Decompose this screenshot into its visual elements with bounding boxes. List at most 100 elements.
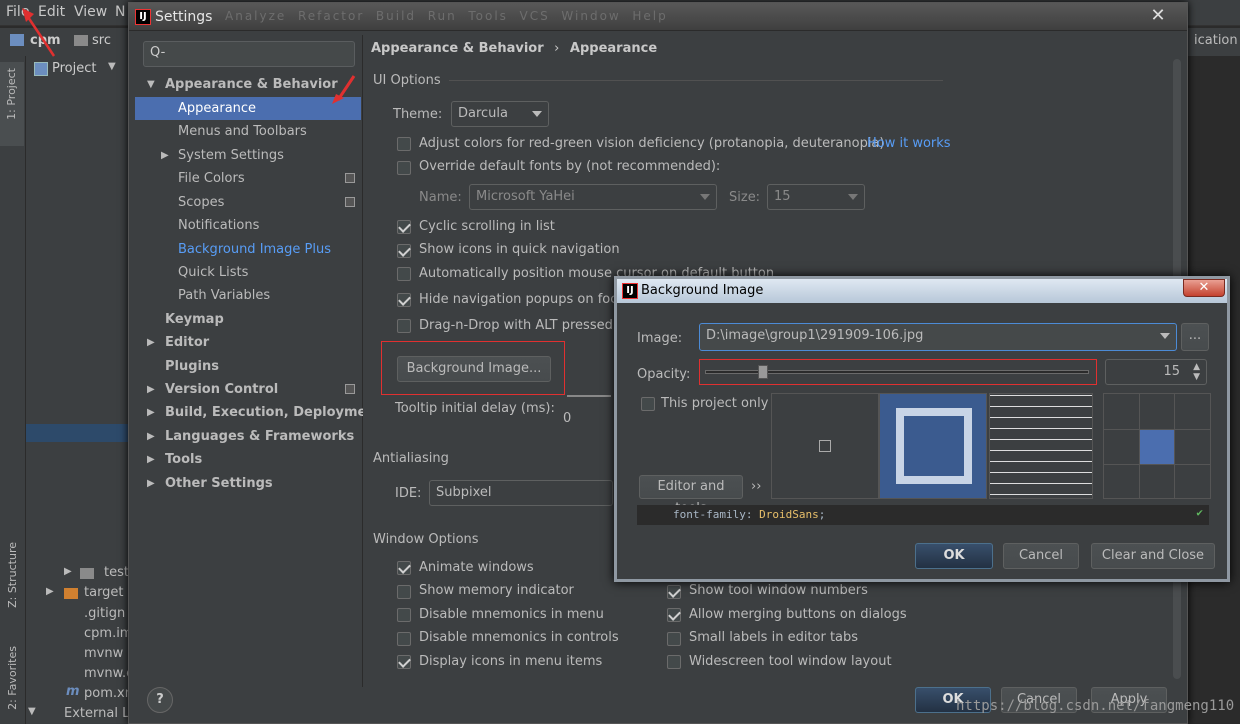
- chevron-right-icon[interactable]: ▶: [147, 472, 155, 495]
- small-labels-checkbox[interactable]: [667, 632, 681, 646]
- preview-tile[interactable]: [989, 393, 1093, 499]
- tooltip-delay-slider[interactable]: [567, 395, 611, 397]
- nav-keymap[interactable]: Keymap: [135, 308, 361, 331]
- project-config-icon: [345, 197, 355, 207]
- tree-selection-row: [26, 424, 130, 442]
- bg-dialog-title: Background Image: [641, 283, 764, 298]
- nav-other-settings[interactable]: ▶ Other Settings: [135, 472, 361, 495]
- bg-cancel-button[interactable]: Cancel: [1003, 543, 1079, 569]
- nav-appearance-behavior[interactable]: ▼ Appearance & Behavior: [135, 73, 361, 96]
- adjust-colors-checkbox[interactable]: [397, 137, 411, 151]
- preview-stretch-frame: [896, 408, 972, 484]
- close-icon[interactable]: ✕: [1135, 5, 1181, 26]
- tree-item-mvnw[interactable]: mvnw: [84, 646, 123, 661]
- chevron-down-icon: [700, 194, 710, 200]
- settings-search-input[interactable]: Q-: [143, 41, 355, 67]
- chevron-right-icon[interactable]: ▶: [147, 331, 155, 354]
- preview-stretch[interactable]: [879, 393, 987, 499]
- widescreen-checkbox[interactable]: [667, 655, 681, 669]
- chevron-down-icon[interactable]: [1160, 333, 1170, 339]
- memory-indicator-checkbox[interactable]: [397, 585, 411, 599]
- close-icon[interactable]: ✕: [1183, 279, 1225, 297]
- more-icon[interactable]: ››: [751, 479, 761, 494]
- nav-editor[interactable]: ▶ Editor: [135, 331, 361, 354]
- nav-file-colors[interactable]: File Colors: [135, 167, 361, 190]
- cyclic-scrolling-checkbox[interactable]: [397, 220, 411, 234]
- help-button[interactable]: ?: [147, 687, 173, 713]
- tree-arrow-icon[interactable]: ▶: [46, 586, 54, 597]
- spinner-down-icon[interactable]: ▼: [1193, 372, 1200, 382]
- nav-plugins[interactable]: Plugins: [135, 355, 361, 378]
- theme-select[interactable]: Darcula: [451, 101, 549, 127]
- nav-appearance[interactable]: Appearance: [135, 97, 361, 120]
- drag-drop-checkbox[interactable]: [397, 319, 411, 333]
- nav-background-image-plus[interactable]: Background Image Plus: [135, 238, 361, 261]
- chevron-right-icon[interactable]: ▶: [147, 448, 155, 471]
- nav-menus-toolbars[interactable]: Menus and Toolbars: [135, 120, 361, 143]
- structure-tab-label[interactable]: Z: Structure: [6, 542, 19, 608]
- chevron-right-icon[interactable]: ▶: [147, 401, 155, 424]
- left-tool-strip: 1: Project Z: Structure 2: Favorites: [0, 56, 26, 724]
- chevron-down-icon[interactable]: ▼: [147, 73, 155, 96]
- font-name-select[interactable]: Microsoft YaHei: [469, 184, 717, 210]
- tree-item-iml[interactable]: cpm.im: [84, 626, 132, 641]
- nav-build-execution[interactable]: ▶ Build, Execution, Deployment: [135, 401, 382, 424]
- dim-build: Build: [375, 9, 417, 23]
- preview-anchor-grid[interactable]: [1103, 393, 1211, 499]
- tree-item-gitignore[interactable]: .gitign: [84, 606, 125, 621]
- check-icon: ✔: [1196, 506, 1203, 519]
- nav-version-control[interactable]: ▶ Version Control: [135, 378, 361, 401]
- nav-scopes[interactable]: Scopes: [135, 191, 361, 214]
- chevron-right-icon[interactable]: ▶: [147, 425, 155, 448]
- tree-item-target[interactable]: target: [84, 585, 124, 600]
- tree-item-test[interactable]: test: [104, 565, 129, 580]
- menu-view[interactable]: View: [74, 4, 107, 20]
- editor-and-tools-button[interactable]: Editor and tools: [639, 475, 743, 516]
- favorites-tab-label[interactable]: 2: Favorites: [6, 646, 19, 710]
- image-path-input[interactable]: D:\image\group1\291909-106.jpg: [699, 323, 1177, 351]
- tree-arrow-icon[interactable]: ▶: [64, 566, 72, 577]
- spinner-up-icon[interactable]: ▲: [1193, 362, 1200, 372]
- chevron-down-icon[interactable]: ▼: [108, 61, 116, 72]
- preview-center[interactable]: [771, 393, 879, 499]
- this-project-only-checkbox[interactable]: [641, 397, 655, 411]
- mnemonics-controls-checkbox[interactable]: [397, 632, 411, 646]
- opacity-slider-thumb[interactable]: [757, 365, 768, 379]
- show-icons-checkbox[interactable]: [397, 244, 411, 258]
- tree-arrow-icon[interactable]: ▼: [28, 706, 36, 717]
- bg-ok-button[interactable]: OK: [915, 543, 993, 569]
- animate-windows-label: Animate windows: [419, 560, 534, 575]
- how-it-works-link[interactable]: How it works: [867, 136, 951, 151]
- hide-navigation-checkbox[interactable]: [397, 293, 411, 307]
- code-prefix: font-family:: [673, 508, 760, 521]
- mnemonics-menu-checkbox[interactable]: [397, 608, 411, 622]
- background-image-button[interactable]: Background Image...: [397, 356, 551, 382]
- nav-path-variables[interactable]: Path Variables: [135, 284, 361, 307]
- animate-windows-checkbox[interactable]: [397, 561, 411, 575]
- run-configuration[interactable]: ication: [1194, 33, 1238, 48]
- nav-label: Quick Lists: [178, 265, 249, 280]
- font-size-select[interactable]: 15: [767, 184, 865, 210]
- nav-tools[interactable]: ▶ Tools: [135, 448, 361, 471]
- ide-antialiasing-select[interactable]: Subpixel: [429, 480, 613, 506]
- nav-languages-frameworks[interactable]: ▶ Languages & Frameworks: [135, 425, 361, 448]
- nav-src[interactable]: src: [92, 33, 111, 48]
- tree-item-external-libs[interactable]: External Li: [64, 706, 133, 721]
- project-tool-tab[interactable]: 1: Project: [0, 62, 24, 146]
- chevron-right-icon[interactable]: ▶: [161, 144, 169, 167]
- display-icons-checkbox[interactable]: [397, 655, 411, 669]
- nav-notifications[interactable]: Notifications: [135, 214, 361, 237]
- anchor-center-selected[interactable]: [1140, 430, 1174, 464]
- allow-merging-checkbox[interactable]: [667, 608, 681, 622]
- clear-and-close-button[interactable]: Clear and Close: [1091, 543, 1215, 569]
- nav-quick-lists[interactable]: Quick Lists: [135, 261, 361, 284]
- nav-system-settings[interactable]: ▶ System Settings: [135, 144, 361, 167]
- tree-item-mvnw-cmd[interactable]: mvnw.c: [84, 666, 133, 681]
- browse-button[interactable]: ...: [1181, 323, 1209, 351]
- override-fonts-checkbox[interactable]: [397, 161, 411, 175]
- menu-navigate[interactable]: N: [115, 4, 125, 20]
- chevron-right-icon[interactable]: ▶: [147, 378, 155, 401]
- auto-position-checkbox[interactable]: [397, 267, 411, 281]
- opacity-spinner[interactable]: 15 ▲ ▼: [1105, 359, 1207, 385]
- tool-window-numbers-checkbox[interactable]: [667, 585, 681, 599]
